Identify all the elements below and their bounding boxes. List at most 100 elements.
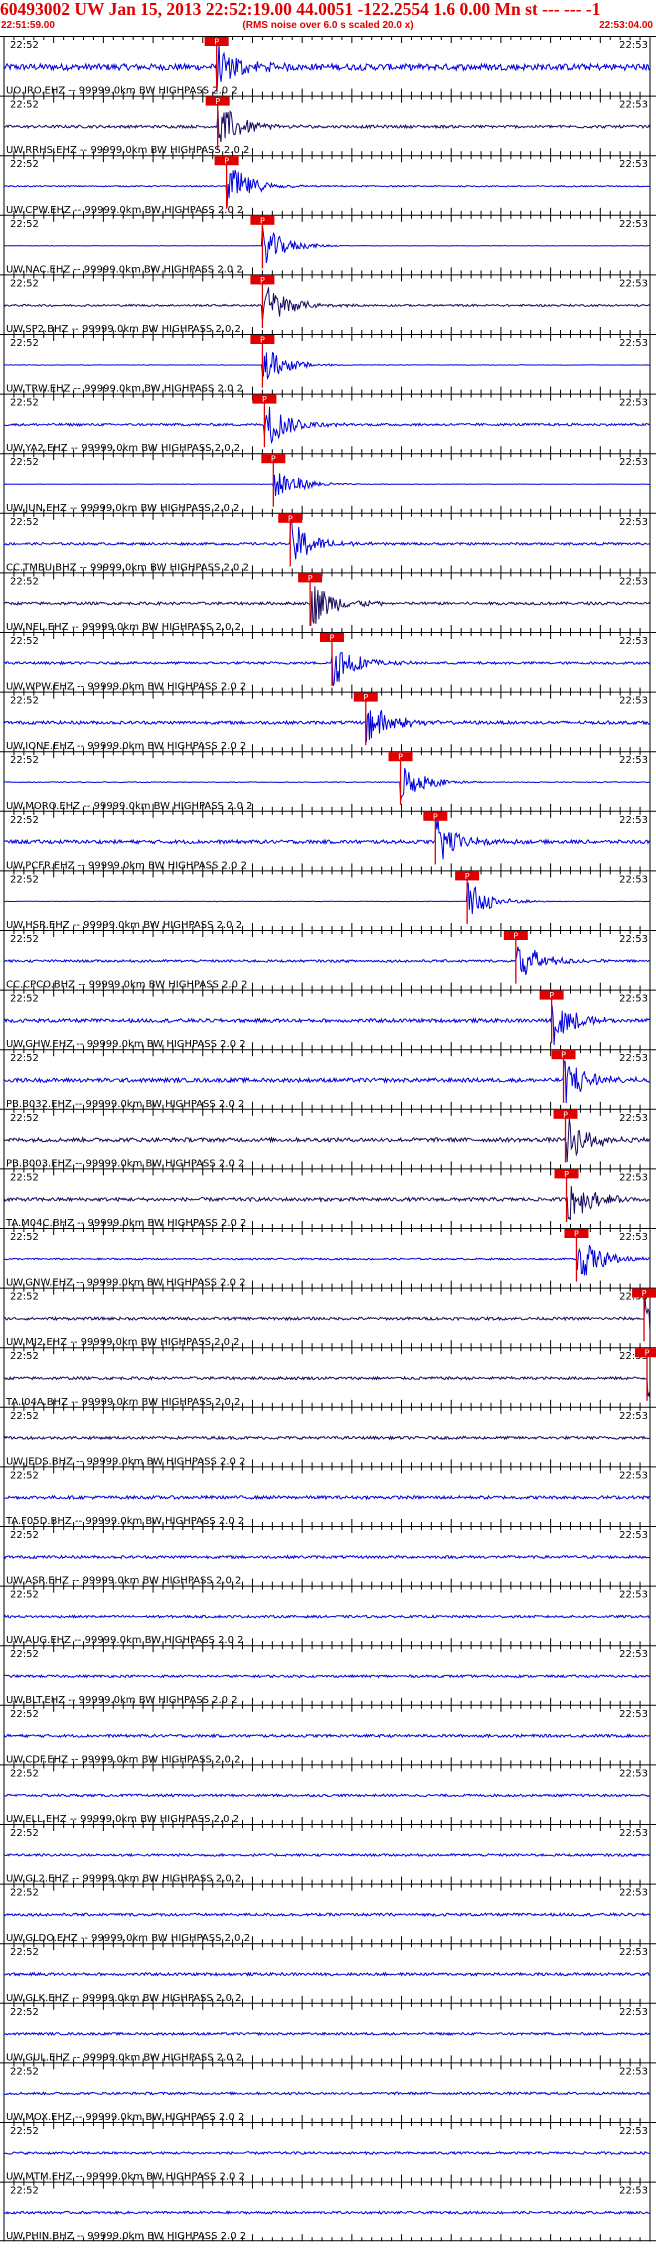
- waveform: [3, 1733, 651, 1739]
- minute-label: 22:53: [619, 1232, 648, 1243]
- minute-label: 22:52: [10, 815, 39, 826]
- minute-label: 22:53: [619, 517, 648, 528]
- minute-label: 22:52: [10, 517, 39, 528]
- waveform: [3, 1912, 651, 1918]
- minute-label: 22:52: [10, 1053, 39, 1064]
- trace-label: UW.JUN.EHZ -- 99999.0km BW HIGHPASS 2.0 …: [6, 503, 239, 514]
- trace-label: UW.IONE.EHZ -- 99999.0km BW HIGHPASS 2.0…: [6, 741, 246, 752]
- pick-label: P: [564, 1170, 569, 1179]
- minute-label: 22:53: [619, 1709, 648, 1720]
- pick-label: P: [262, 395, 267, 404]
- waveform: [3, 473, 651, 496]
- pick-label: P: [574, 1230, 579, 1239]
- plot-header: 60493002 UW Jan 15, 2013 22:52:19.00 44.…: [0, 0, 656, 36]
- seismogram-plot: 22:52 22:53 UO.IRO.EHZ -- 99999.0km BW HIG…: [0, 36, 656, 2242]
- minute-label: 22:52: [10, 159, 39, 170]
- pick-label: P: [563, 1110, 568, 1119]
- minute-label: 22:53: [619, 1411, 648, 1422]
- waveform: [3, 2031, 651, 2037]
- minute-label: 22:52: [10, 1530, 39, 1541]
- waveform: [3, 1434, 651, 1441]
- trace-label: UW.BLT.EHZ -- 99999.0km BW HIGHPASS 2.0 …: [6, 1695, 238, 1706]
- minute-label: 22:52: [10, 1709, 39, 1720]
- trace-label: PB.B032.EHZ -- 99999.0km BW HIGHPASS 2.0…: [6, 1099, 244, 1110]
- event-title: 60493002 UW Jan 15, 2013 22:52:19.00 44.…: [0, 0, 601, 19]
- minute-label: 22:53: [619, 278, 648, 289]
- trace-label: UW.MORO.EHZ -- 99999.0km BW HIGHPASS 2.0…: [6, 801, 253, 812]
- waveform: [3, 1971, 651, 1977]
- minute-label: 22:52: [10, 338, 39, 349]
- pick-label: P: [561, 1051, 566, 1060]
- end-time-label: 22:53:04.00: [599, 20, 653, 31]
- minute-label: 22:53: [619, 874, 648, 885]
- minute-label: 22:53: [619, 398, 648, 409]
- minute-label: 22:52: [10, 934, 39, 945]
- trace-label: UW.TRW.EHZ -- 99999.0km BW HIGHPASS 2.0 …: [6, 384, 243, 395]
- minute-label: 22:53: [619, 1530, 648, 1541]
- trace-label: UW.CPW.EHZ -- 99999.0km BW HIGHPASS 2.0 …: [6, 205, 243, 216]
- trace-label: UW.HSR.EHZ -- 99999.0km BW HIGHPASS 2.0 …: [6, 920, 242, 931]
- minute-label: 22:53: [619, 1172, 648, 1183]
- trace-label: CC.CPCO.BHZ -- 99999.0km BW HIGHPASS 2.0…: [6, 980, 248, 991]
- minute-label: 22:53: [619, 755, 648, 766]
- pick-label: P: [642, 1289, 647, 1298]
- waveform: [3, 767, 651, 801]
- pick-label: P: [363, 693, 368, 702]
- waveform: [3, 1118, 651, 1163]
- trace-label: UW.RRHS.EHZ -- 99999.0km BW HIGHPASS 2.0…: [6, 145, 249, 156]
- trace-label: UO.IRO.EHZ -- 99999.0km BW HIGHPASS 2.0 …: [6, 86, 238, 97]
- minute-label: 22:52: [10, 219, 39, 230]
- pick-label: P: [513, 932, 518, 941]
- trace-label: UW.GLK.EHZ -- 99999.0km BW HIGHPASS 2.0 …: [6, 1993, 241, 2004]
- waveform: [3, 1494, 651, 1501]
- waveform: [3, 41, 651, 92]
- waveform: [4, 1296, 651, 1333]
- waveform: [3, 1060, 651, 1104]
- minute-label: 22:53: [619, 457, 648, 468]
- minute-label: 22:53: [619, 1828, 648, 1839]
- minute-label: 22:52: [10, 2007, 39, 2018]
- waveform: [4, 351, 651, 381]
- minute-label: 22:53: [619, 636, 648, 647]
- waveform: [3, 946, 651, 976]
- minute-label: 22:53: [619, 338, 648, 349]
- waveform: [3, 110, 651, 143]
- pick-label: P: [260, 216, 265, 225]
- trace-label: UW.JEDS.BHZ -- 99999.0km BW HIGHPASS 2.0…: [6, 1456, 245, 1467]
- minute-label: 22:52: [10, 2066, 39, 2077]
- minute-label: 22:52: [10, 1590, 39, 1601]
- pick-label: P: [215, 97, 220, 106]
- pick-label: P: [260, 336, 265, 345]
- trace-label: UW.GUL.EHZ -- 99999.0km BW HIGHPASS 2.0 …: [6, 2052, 242, 2063]
- trace-label: UW.MOX.EHZ -- 99999.0km BW HIGHPASS 2.0 …: [6, 2112, 244, 2123]
- trace-label: UW.YA2.EHZ -- 99999.0km BW HIGHPASS 2.0 …: [6, 443, 240, 454]
- waveform: [3, 1673, 651, 1679]
- trace-label: UW.ASR.EHZ -- 99999.0km BW HIGHPASS 2.0 …: [6, 1576, 241, 1587]
- minute-label: 22:53: [619, 696, 648, 707]
- minute-label: 22:52: [10, 1768, 39, 1779]
- minute-label: 22:52: [10, 457, 39, 468]
- trace-label: TA.I04A.BHZ -- 99999.0km BW HIGHPASS 2.0…: [5, 1397, 240, 1408]
- minute-label: 22:53: [619, 1888, 648, 1899]
- trace-label: UW.MJ2.EHZ -- 99999.0km BW HIGHPASS 2.0 …: [6, 1337, 240, 1348]
- minute-label: 22:53: [619, 1768, 648, 1779]
- waveform: [4, 2091, 651, 2096]
- pick-label: P: [224, 157, 229, 166]
- rms-note: (RMS noise over 6.0 s scaled 20.0 x): [242, 20, 414, 31]
- trace-label: UW.GHW.EHZ -- 99999.0km BW HIGHPASS 2.0 …: [6, 1039, 246, 1050]
- minute-label: 22:52: [10, 1470, 39, 1481]
- minute-label: 22:52: [10, 636, 39, 647]
- trace-label: UW.AUG.EHZ -- 99999.0km BW HIGHPASS 2.0 …: [6, 1635, 244, 1646]
- minute-label: 22:53: [619, 1053, 648, 1064]
- minute-label: 22:52: [10, 1351, 39, 1362]
- trace-label: UW.WPW.EHZ -- 99999.0km BW HIGHPASS 2.0 …: [6, 682, 246, 693]
- minute-label: 22:52: [10, 1172, 39, 1183]
- waveform: [3, 1793, 651, 1798]
- minute-label: 22:53: [619, 219, 648, 230]
- minute-label: 22:52: [10, 994, 39, 1005]
- pick-label: P: [271, 455, 276, 464]
- waveform: [3, 882, 651, 915]
- trace-label: UW.NEL.EHZ -- 99999.0km BW HIGHPASS 2.0 …: [6, 622, 241, 633]
- pick-label: P: [308, 574, 313, 583]
- trace-label: CC.TMBU.BHZ -- 99999.0km BW HIGHPASS 2.0…: [6, 562, 249, 573]
